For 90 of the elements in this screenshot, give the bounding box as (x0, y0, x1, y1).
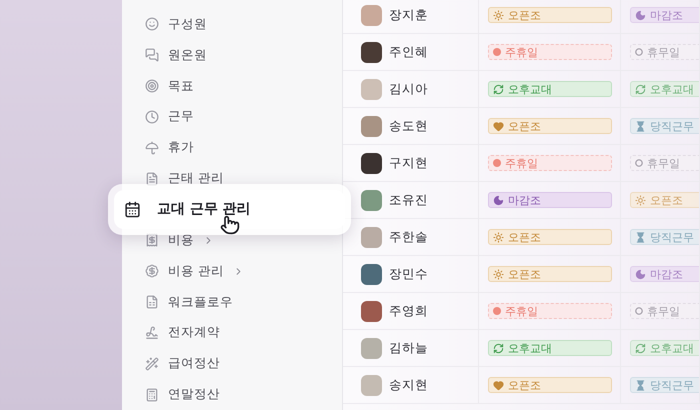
calculator-icon (145, 388, 159, 402)
sidebar-item[interactable]: 휴가 (122, 132, 342, 164)
currency-icon (145, 264, 159, 278)
target-icon (145, 79, 159, 94)
shift-tag[interactable]: 휴무일 (630, 155, 699, 171)
sidebar-item[interactable]: 비용 관리 (122, 256, 342, 287)
sidebar-item[interactable]: 구성원 (122, 9, 342, 40)
sun-icon (493, 268, 504, 280)
employee-name: 구지현 (389, 154, 428, 172)
hourglass-icon (635, 380, 646, 390)
photo-placeholder (361, 78, 382, 100)
dot-icon (493, 159, 501, 167)
circle-icon (635, 48, 643, 56)
photo-placeholder (361, 264, 382, 284)
photo-placeholder (361, 4, 382, 26)
employee-name: 김하늘 (389, 340, 428, 356)
sun-icon (493, 10, 504, 20)
circle-icon (635, 307, 643, 315)
employee-name: 주영희 (389, 302, 428, 320)
sidebar-item[interactable]: 급여정산 (122, 348, 342, 380)
shift-tag[interactable]: 당직근무 (630, 229, 699, 245)
chat-icon (145, 48, 159, 62)
refresh-icon (635, 84, 646, 94)
shift-tag[interactable]: 오후교대 (630, 81, 699, 97)
shift-tag[interactable]: 당직근무 (630, 377, 699, 393)
shift-tag[interactable]: 마감조 (630, 7, 699, 23)
shift-tag[interactable]: 휴무일 (630, 303, 699, 319)
smile-icon (145, 17, 159, 32)
shift-tag[interactable]: 휴무일 (630, 44, 699, 60)
document-icon (145, 172, 159, 186)
shift-tag[interactable]: 오픈조 (488, 7, 612, 23)
shift-tag[interactable]: 오픈조 (630, 192, 699, 208)
employee-name: 송도현 (389, 118, 428, 134)
refresh-icon (493, 342, 504, 354)
shift-tag[interactable]: 오후교대 (488, 340, 612, 356)
calendar-icon (124, 200, 141, 218)
employee-name: 주한솔 (389, 228, 428, 246)
sidebar-item[interactable]: 목표 (122, 70, 342, 102)
sun-icon (493, 232, 504, 242)
sidebar-item[interactable]: 원온원 (122, 40, 342, 71)
shift-tag[interactable]: 오후교대 (630, 340, 699, 356)
shift-tag[interactable]: 주휴일 (488, 303, 612, 319)
dot-icon (493, 307, 501, 315)
sidebar-item[interactable]: 교대 근무 관리 (114, 190, 345, 229)
dot-icon (493, 48, 501, 56)
moon-icon (635, 10, 646, 20)
document-icon (145, 295, 159, 310)
employee-name: 조유진 (389, 192, 428, 208)
circle-icon (635, 159, 643, 167)
photo-placeholder (361, 374, 382, 396)
shift-tag[interactable]: 오후교대 (488, 81, 612, 97)
photo-placeholder (361, 116, 382, 136)
photo-placeholder (361, 226, 382, 248)
photo-placeholder (361, 338, 382, 358)
shift-tag[interactable]: 오픈조 (488, 229, 612, 245)
shift-tag[interactable]: 오픈조 (488, 118, 612, 134)
moon-icon (493, 194, 504, 206)
photo-placeholder (361, 152, 382, 174)
umbrella-icon (145, 140, 159, 155)
hourglass-icon (635, 232, 646, 242)
employee-name: 주인혜 (389, 44, 428, 60)
employee-name: 송지현 (389, 376, 428, 394)
clock-icon (145, 110, 159, 124)
heart-icon (493, 120, 504, 132)
receipt-icon (145, 233, 159, 248)
photo-placeholder (361, 42, 382, 62)
shift-tag[interactable]: 마감조 (488, 192, 612, 208)
shift-tag[interactable]: 마감조 (630, 266, 699, 282)
sidebar-item[interactable]: 워크플로우 (122, 286, 342, 318)
signature-icon (145, 326, 159, 340)
refresh-icon (493, 84, 504, 94)
magic-wand-icon (145, 356, 159, 371)
employee-name: 김시아 (389, 80, 428, 98)
photo-placeholder (361, 190, 382, 210)
refresh-icon (635, 342, 646, 354)
photo-placeholder (361, 300, 382, 322)
shift-tag[interactable]: 당직근무 (630, 118, 699, 134)
sidebar-item[interactable]: 전자계약 (122, 317, 342, 348)
shift-tag[interactable]: 주휴일 (488, 155, 612, 171)
employee-name: 장민수 (389, 266, 428, 282)
sun-icon (635, 194, 646, 206)
shift-tag[interactable]: 오픈조 (488, 377, 612, 393)
sidebar-item[interactable]: 연말정산 (122, 379, 342, 410)
heart-icon (493, 380, 504, 390)
sidebar-item[interactable]: 근무 (122, 101, 342, 132)
hourglass-icon (635, 120, 646, 132)
employee-name: 장지훈 (389, 6, 428, 24)
shift-tag[interactable]: 주휴일 (488, 44, 612, 60)
moon-icon (635, 268, 646, 280)
shift-tag[interactable]: 오픈조 (488, 266, 612, 282)
